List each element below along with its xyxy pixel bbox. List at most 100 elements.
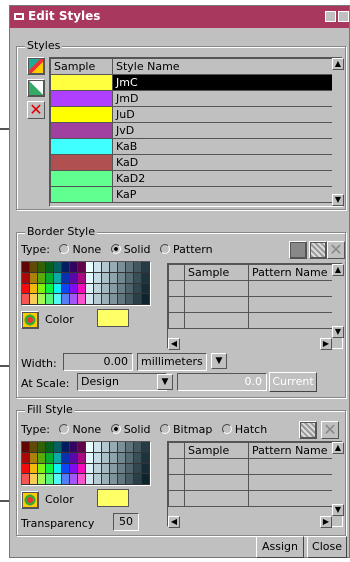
palette-cell[interactable] [94, 442, 102, 453]
fill-pattern-copy-button[interactable] [299, 421, 317, 439]
palette-cell[interactable] [62, 294, 70, 305]
palette-cell[interactable] [54, 452, 62, 464]
palette-cell[interactable] [134, 463, 142, 475]
sample-column-header[interactable]: Sample [184, 442, 249, 459]
palette-cell[interactable] [22, 474, 30, 485]
border-solid-radio[interactable]: Solid [110, 243, 151, 256]
window-menu-icon[interactable] [14, 13, 24, 20]
style-row[interactable]: JvD [50, 122, 333, 139]
palette-cell[interactable] [54, 463, 62, 475]
palette-cell[interactable] [86, 474, 94, 485]
palette-cell[interactable] [70, 442, 78, 453]
palette-cell[interactable] [62, 452, 70, 464]
palette-cell[interactable] [86, 283, 94, 295]
palette-cell[interactable] [30, 262, 38, 273]
palette-cell[interactable] [22, 294, 30, 305]
scroll-right-button[interactable]: ▶ [320, 338, 332, 350]
palette-cell[interactable] [54, 294, 62, 305]
palette-cell[interactable] [38, 294, 46, 305]
palette-cell[interactable] [22, 283, 30, 295]
palette-cell[interactable] [62, 272, 70, 284]
border-color-picker-button[interactable] [21, 311, 39, 329]
palette-cell[interactable] [70, 463, 78, 475]
palette-cell[interactable] [126, 452, 134, 464]
palette-cell[interactable] [30, 452, 38, 464]
palette-cell[interactable] [110, 272, 118, 284]
palette-cell[interactable] [62, 262, 70, 273]
palette-cell[interactable] [142, 442, 150, 453]
scroll-down-button[interactable]: ▼ [332, 504, 344, 516]
palette-cell[interactable] [110, 452, 118, 464]
palette-cell[interactable] [62, 442, 70, 453]
border-pattern-edit-button[interactable] [289, 241, 307, 259]
palette-cell[interactable] [38, 262, 46, 273]
fill-color-picker-button[interactable] [21, 491, 39, 509]
fill-color-palette[interactable] [21, 441, 151, 486]
border-pattern-delete-button[interactable]: ✕ [327, 241, 345, 259]
scroll-down-button[interactable]: ▼ [332, 194, 344, 206]
fill-bitmap-radio[interactable]: Bitmap [160, 423, 212, 436]
palette-cell[interactable] [22, 463, 30, 475]
style-name-column-header[interactable]: Style Name [112, 58, 333, 75]
palette-cell[interactable] [94, 463, 102, 475]
fill-none-radio[interactable]: None [59, 423, 101, 436]
pattern-vertical-scrollbar[interactable]: ▲ ▼ [332, 264, 344, 338]
palette-cell[interactable] [70, 474, 78, 485]
palette-cell[interactable] [54, 442, 62, 453]
minimize-button[interactable] [325, 11, 336, 22]
palette-cell[interactable] [102, 452, 110, 464]
palette-cell[interactable] [54, 474, 62, 485]
styles-scrollbar[interactable]: ▲ ▼ [332, 58, 344, 206]
palette-cell[interactable] [78, 463, 86, 475]
palette-cell[interactable] [102, 262, 110, 273]
palette-cell[interactable] [102, 442, 110, 453]
palette-cell[interactable] [78, 283, 86, 295]
palette-cell[interactable] [38, 442, 46, 453]
delete-style-button[interactable]: ✕ [27, 101, 45, 119]
palette-cell[interactable] [30, 283, 38, 295]
palette-cell[interactable] [94, 474, 102, 485]
units-select[interactable]: millimeters [137, 353, 207, 371]
palette-cell[interactable] [22, 442, 30, 453]
border-pattern-copy-button[interactable] [309, 241, 327, 259]
palette-cell[interactable] [38, 474, 46, 485]
pattern-horizontal-scrollbar[interactable]: ◀ ▶ [168, 338, 332, 350]
palette-cell[interactable] [54, 272, 62, 284]
title-bar[interactable]: Edit Styles [10, 6, 349, 28]
palette-cell[interactable] [54, 283, 62, 295]
current-button[interactable]: Current [269, 372, 317, 392]
palette-cell[interactable] [102, 474, 110, 485]
scroll-up-button[interactable]: ▲ [332, 442, 344, 454]
palette-cell[interactable] [134, 262, 142, 273]
palette-cell[interactable] [94, 283, 102, 295]
palette-cell[interactable] [142, 262, 150, 273]
palette-cell[interactable] [38, 463, 46, 475]
copy-style-button[interactable] [27, 79, 45, 97]
border-pattern-radio[interactable]: Pattern [160, 243, 213, 256]
palette-cell[interactable] [94, 262, 102, 273]
palette-cell[interactable] [118, 294, 126, 305]
palette-cell[interactable] [78, 474, 86, 485]
border-color-swatch[interactable] [97, 309, 129, 327]
palette-cell[interactable] [70, 452, 78, 464]
palette-cell[interactable] [86, 294, 94, 305]
palette-cell[interactable] [70, 272, 78, 284]
palette-cell[interactable] [134, 272, 142, 284]
palette-cell[interactable] [126, 272, 134, 284]
palette-cell[interactable] [22, 452, 30, 464]
units-dropdown-button[interactable]: ▼ [211, 353, 227, 369]
maximize-button[interactable] [338, 11, 349, 22]
style-row[interactable]: KaD2 [50, 170, 333, 187]
palette-cell[interactable] [94, 272, 102, 284]
scroll-left-button[interactable]: ◀ [168, 338, 180, 350]
palette-cell[interactable] [62, 283, 70, 295]
style-row[interactable]: KaB [50, 138, 333, 155]
close-button[interactable]: Close [307, 536, 347, 558]
palette-cell[interactable] [30, 474, 38, 485]
width-input[interactable]: 0.00 [63, 353, 133, 371]
palette-cell[interactable] [86, 463, 94, 475]
pattern-name-column-header[interactable]: Pattern Name [248, 442, 333, 459]
style-row[interactable]: JmC [50, 74, 333, 91]
palette-cell[interactable] [38, 452, 46, 464]
scroll-up-button[interactable]: ▲ [332, 58, 344, 70]
